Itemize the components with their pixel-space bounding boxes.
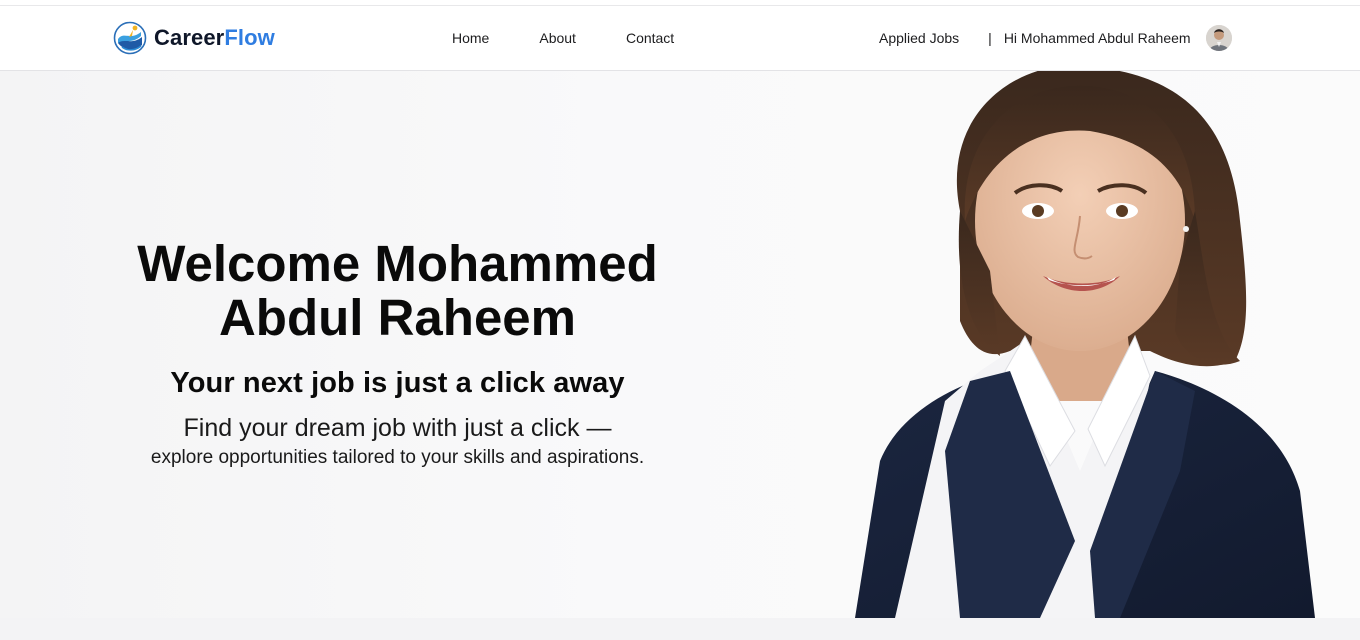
main-nav: Home About Contact xyxy=(452,30,724,46)
professional-woman-portrait xyxy=(855,71,1315,618)
user-greeting: Hi Mohammed Abdul Raheem xyxy=(1003,30,1191,46)
user-avatar-icon[interactable] xyxy=(1205,25,1232,51)
brand-name-part2: Flow xyxy=(224,25,275,50)
brand-logo-link[interactable]: CareerFlow xyxy=(113,20,275,56)
hero-title-line1: Welcome Mohammed xyxy=(137,235,658,292)
top-navbar: CareerFlow Home About Contact Applied Jo… xyxy=(0,6,1360,71)
nav-link-contact[interactable]: Contact xyxy=(626,30,674,46)
applied-jobs-link[interactable]: Applied Jobs xyxy=(879,30,959,46)
hero-title-line2: Abdul Raheem xyxy=(218,289,577,346)
nav-link-about[interactable]: About xyxy=(539,30,576,46)
careerflow-logo-icon xyxy=(113,21,147,55)
avatar-image xyxy=(1205,25,1232,51)
hero-section: Welcome Mohammed Abdul Raheem Your next … xyxy=(0,71,1360,618)
brand-name-part1: Career xyxy=(154,25,225,50)
hero-description-line1: Find your dream job with just a click — xyxy=(183,414,612,442)
nav-link-home[interactable]: Home xyxy=(452,30,489,46)
hero-subtitle: Your next job is just a click away xyxy=(170,367,625,399)
hero-description-line2: explore opportunities tailored to your s… xyxy=(150,447,645,468)
hero-title: Welcome Mohammed Abdul Raheem xyxy=(80,237,715,345)
nav-separator: | xyxy=(988,30,992,46)
brand-name: CareerFlow xyxy=(154,25,275,51)
hero-text-block: Welcome Mohammed Abdul Raheem Your next … xyxy=(80,237,715,469)
user-nav: Applied Jobs | Hi Mohammed Abdul Raheem xyxy=(879,24,1232,52)
bottom-band xyxy=(0,618,1360,640)
